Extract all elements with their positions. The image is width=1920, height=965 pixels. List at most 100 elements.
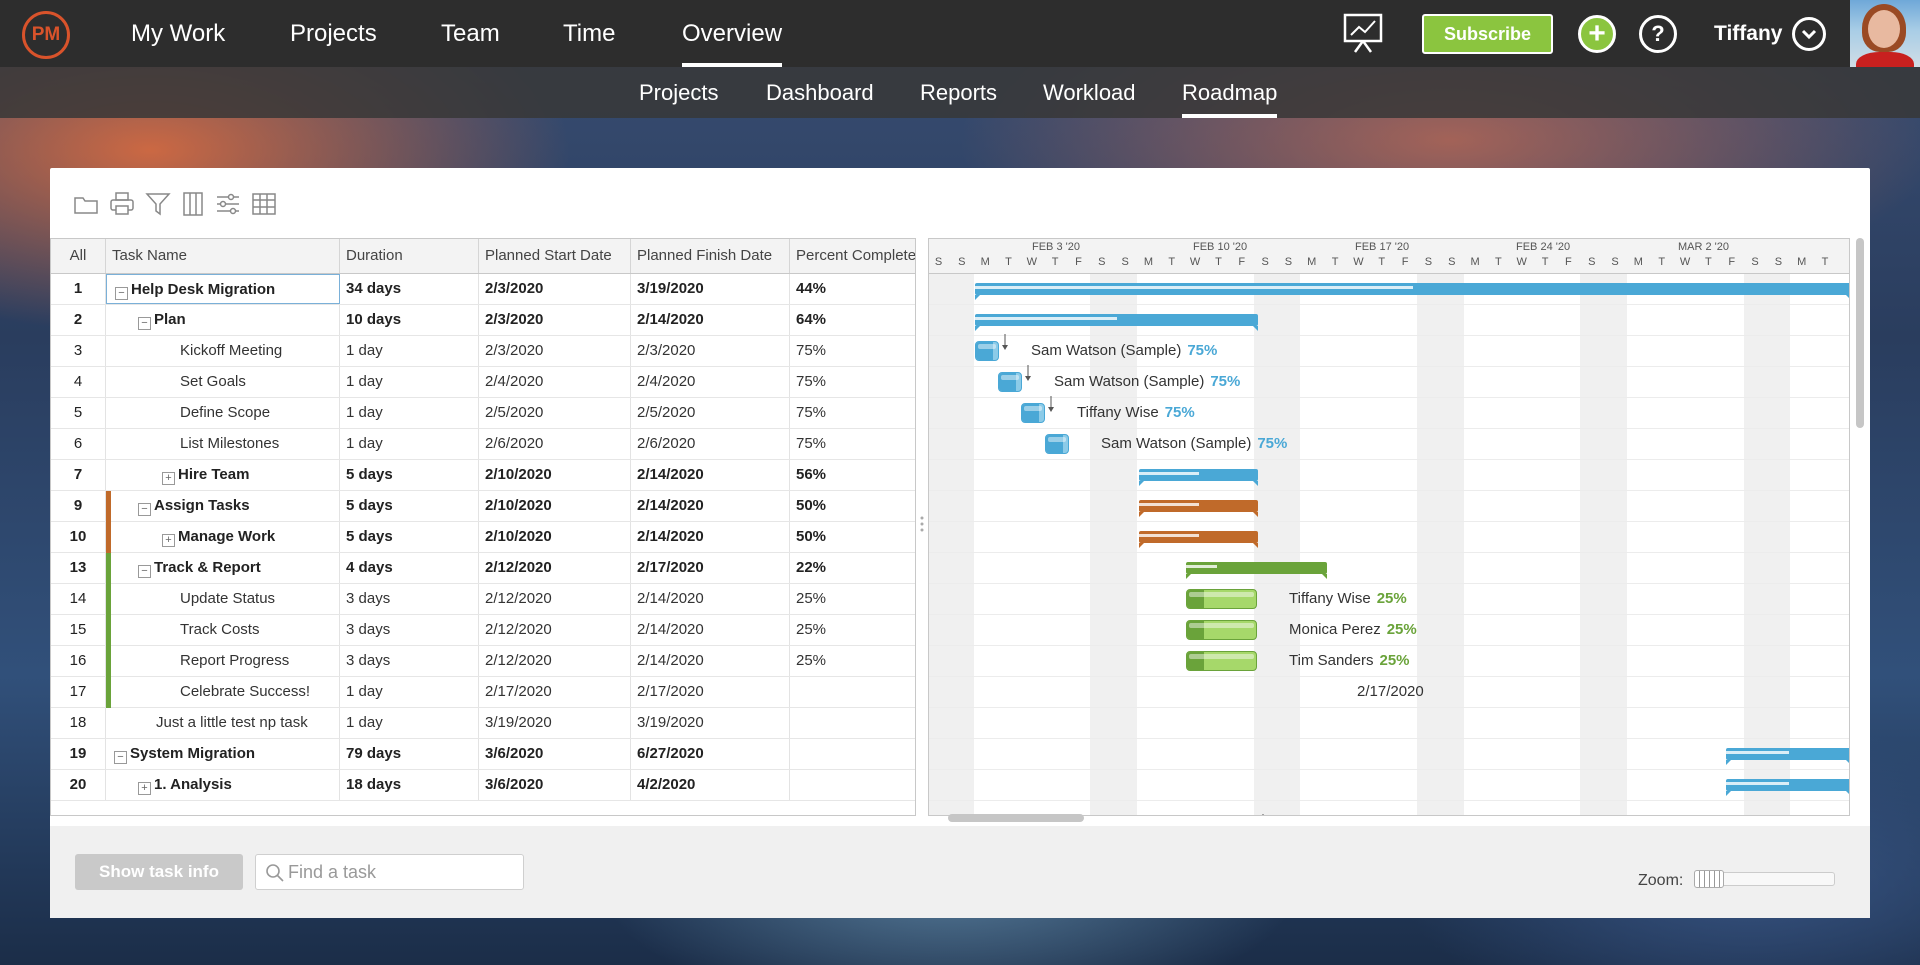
table-row[interactable]: 14 Update Status 3 days 2/12/2020 2/14/2020 2…	[51, 584, 915, 615]
cell-duration[interactable]: 79 days	[340, 739, 479, 769]
cell-pct[interactable]: 75%	[790, 398, 915, 428]
cell-duration[interactable]: 5 days	[340, 491, 479, 521]
cell-duration[interactable]: 5 days	[340, 522, 479, 552]
avatar[interactable]	[1850, 0, 1920, 67]
collapse-icon[interactable]: −	[115, 287, 128, 300]
nav-overview[interactable]: Overview	[682, 0, 783, 67]
expand-icon[interactable]: +	[162, 534, 175, 547]
zoom-slider-handle[interactable]	[1694, 870, 1724, 888]
cell-start[interactable]: 2/12/2020	[479, 646, 631, 676]
cell-duration[interactable]: 1 day	[340, 429, 479, 459]
cell-duration[interactable]: 18 days	[340, 770, 479, 800]
cell-start[interactable]: 2/10/2020	[479, 460, 631, 490]
cell-name[interactable]: − Help Desk Migration	[106, 274, 340, 304]
col-duration[interactable]: Duration	[340, 239, 479, 273]
cell-duration[interactable]: 1 day	[340, 336, 479, 366]
help-icon[interactable]: ?	[1639, 15, 1677, 53]
cell-pct[interactable]: 64%	[790, 305, 915, 335]
cell-pct[interactable]: 44%	[790, 274, 915, 304]
chevron-down-icon[interactable]	[1792, 17, 1826, 51]
presentation-icon[interactable]	[1342, 12, 1384, 54]
cell-start[interactable]: 2/12/2020	[479, 553, 631, 583]
subnav-dashboard[interactable]: Dashboard	[766, 67, 874, 118]
cell-start[interactable]: 3/6/2020	[479, 739, 631, 769]
settings-sliders-icon[interactable]	[214, 190, 242, 218]
cell-name[interactable]: − Plan	[106, 305, 340, 335]
cell-start[interactable]: 3/6/2020	[479, 770, 631, 800]
subnav-roadmap[interactable]: Roadmap	[1182, 67, 1278, 118]
cell-name[interactable]: + Hire Team	[106, 460, 340, 490]
cell-duration[interactable]: 4 days	[340, 553, 479, 583]
cell-pct[interactable]: 25%	[790, 615, 915, 645]
cell-start[interactable]: 2/12/2020	[479, 615, 631, 645]
cell-row-number[interactable]: 9	[51, 491, 106, 521]
cell-finish[interactable]: 2/14/2020	[631, 615, 790, 645]
cell-finish[interactable]: 2/6/2020	[631, 429, 790, 459]
expand-icon[interactable]: +	[162, 472, 175, 485]
nav-projects[interactable]: Projects	[290, 0, 377, 67]
search-input[interactable]	[288, 855, 518, 889]
show-task-info-button[interactable]: Show task info	[75, 854, 243, 890]
col-task-name[interactable]: Task Name	[106, 239, 340, 273]
app-logo[interactable]: PM	[22, 11, 70, 59]
cell-pct[interactable]: 25%	[790, 584, 915, 614]
table-row[interactable]: 5 Define Scope 1 day 2/5/2020 2/5/2020 75%	[51, 398, 915, 429]
table-row[interactable]: 6 List Milestones 1 day 2/6/2020 2/6/2020 75%	[51, 429, 915, 460]
cell-finish[interactable]: 3/19/2020	[631, 708, 790, 738]
filter-icon[interactable]	[144, 190, 172, 218]
cell-name[interactable]: − Track & Report	[106, 553, 340, 583]
cell-duration[interactable]: 1 day	[340, 367, 479, 397]
collapse-icon[interactable]: −	[138, 317, 151, 330]
add-icon[interactable]: +	[1578, 15, 1616, 53]
cell-pct[interactable]	[790, 708, 915, 738]
cell-row-number[interactable]: 2	[51, 305, 106, 335]
folder-icon[interactable]	[72, 190, 100, 218]
cell-start[interactable]: 2/3/2020	[479, 305, 631, 335]
cell-duration[interactable]: 34 days	[340, 274, 479, 304]
zoom-slider[interactable]	[1694, 870, 1835, 888]
cell-name[interactable]: Define Scope	[106, 398, 340, 428]
cell-name[interactable]: Kickoff Meeting	[106, 336, 340, 366]
cell-row-number[interactable]: 17	[51, 677, 106, 707]
cell-finish[interactable]: 2/17/2020	[631, 677, 790, 707]
cell-duration[interactable]: 3 days	[340, 584, 479, 614]
gantt-vertical-scrollbar[interactable]	[1856, 238, 1864, 428]
cell-finish[interactable]: 2/4/2020	[631, 367, 790, 397]
cell-start[interactable]: 2/12/2020	[479, 584, 631, 614]
cell-name[interactable]: − System Migration	[106, 739, 340, 769]
table-row[interactable]: 13 − Track & Report 4 days 2/12/2020 2/17/202…	[51, 553, 915, 584]
table-row[interactable]: 18 Just a little test np task 1 day 3/19/20…	[51, 708, 915, 739]
nav-team[interactable]: Team	[441, 0, 500, 67]
cell-row-number[interactable]: 15	[51, 615, 106, 645]
nav-time[interactable]: Time	[563, 0, 615, 67]
cell-duration[interactable]: 3 days	[340, 646, 479, 676]
cell-row-number[interactable]: 4	[51, 367, 106, 397]
cell-row-number[interactable]: 6	[51, 429, 106, 459]
cell-start[interactable]: 2/3/2020	[479, 274, 631, 304]
cell-row-number[interactable]: 1	[51, 274, 106, 304]
cell-duration[interactable]: 10 days	[340, 305, 479, 335]
subnav-reports[interactable]: Reports	[920, 67, 997, 118]
table-row[interactable]: 17 Celebrate Success! 1 day 2/17/2020 2/17/2…	[51, 677, 915, 708]
nav-my-work[interactable]: My Work	[131, 0, 225, 67]
cell-finish[interactable]: 3/19/2020	[631, 274, 790, 304]
cell-finish[interactable]: 2/14/2020	[631, 491, 790, 521]
cell-row-number[interactable]: 7	[51, 460, 106, 490]
cell-name[interactable]: Set Goals	[106, 367, 340, 397]
cell-row-number[interactable]: 20	[51, 770, 106, 800]
cell-pct[interactable]	[790, 739, 915, 769]
table-row[interactable]: 9 − Assign Tasks 5 days 2/10/2020 2/14/2020 50…	[51, 491, 915, 522]
cell-start[interactable]: 2/10/2020	[479, 522, 631, 552]
cell-pct[interactable]: 22%	[790, 553, 915, 583]
cell-pct[interactable]	[790, 770, 915, 800]
col-planned-finish[interactable]: Planned Finish Date	[631, 239, 790, 273]
cell-start[interactable]: 2/6/2020	[479, 429, 631, 459]
table-row[interactable]: 16 Report Progress 3 days 2/12/2020 2/14/202…	[51, 646, 915, 677]
table-row[interactable]: 2 − Plan 10 days 2/3/2020 2/14/2020 64%	[51, 305, 915, 336]
cell-name[interactable]: Celebrate Success!	[106, 677, 340, 707]
cell-duration[interactable]: 1 day	[340, 677, 479, 707]
cell-pct[interactable]: 56%	[790, 460, 915, 490]
cell-pct[interactable]: 25%	[790, 646, 915, 676]
table-row[interactable]: 3 Kickoff Meeting 1 day 2/3/2020 2/3/2020 75%	[51, 336, 915, 367]
subnav-workload[interactable]: Workload	[1043, 67, 1136, 118]
